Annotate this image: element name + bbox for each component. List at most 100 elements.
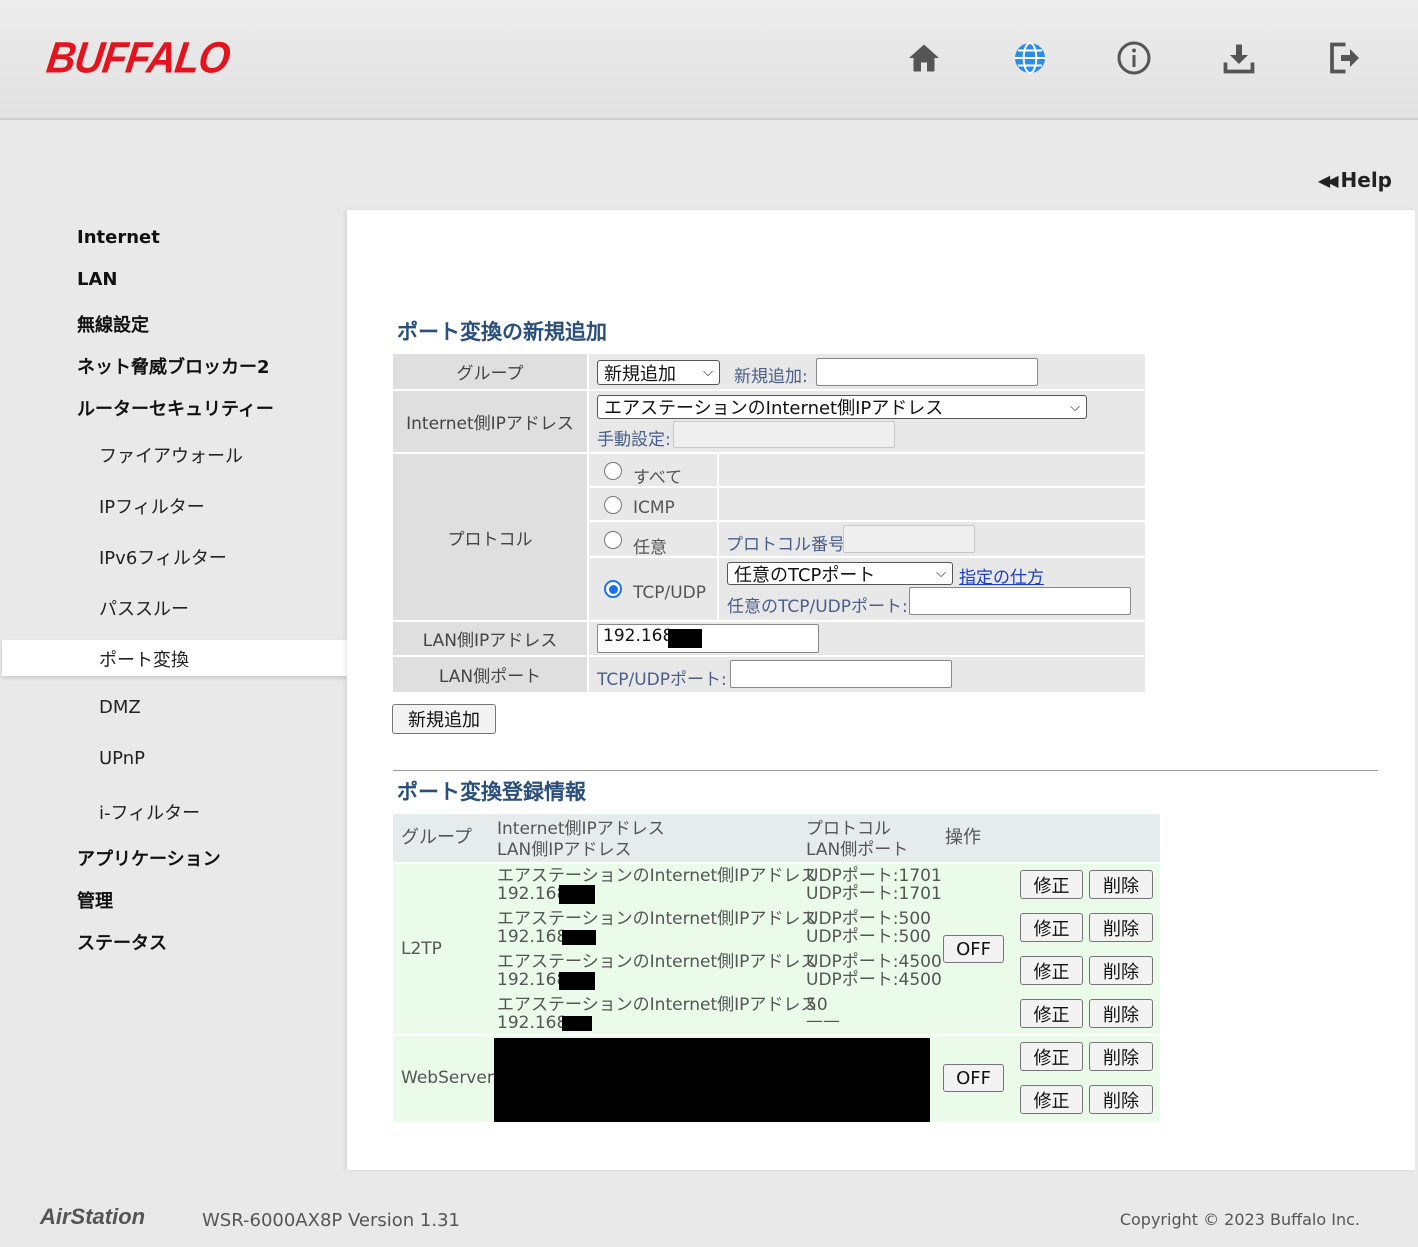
row1-proto: UDPポート:1701 <box>806 866 942 886</box>
download-icon[interactable] <box>1219 38 1259 78</box>
registered-section-title: ポート変換登録情報 <box>397 780 586 804</box>
edit-button[interactable]: 修正 <box>1020 870 1083 899</box>
internet-ip-select[interactable]: エアステーションのInternet側IPアドレス ⌵ <box>597 395 1087 419</box>
sidebar-item-lan[interactable]: LAN <box>77 269 117 290</box>
radio-icmp[interactable] <box>604 496 622 514</box>
sidebar-item-status[interactable]: ステータス <box>77 929 167 955</box>
sidebar-sub-ip-filter[interactable]: IPフィルター <box>99 493 205 519</box>
header-group: グループ <box>401 827 472 848</box>
manual-setting-label: 手動設定: <box>597 430 671 450</box>
chevron-down-icon: ⌵ <box>936 566 946 581</box>
redaction-box <box>559 885 595 904</box>
header-proto-1: プロトコル <box>806 819 891 839</box>
row2-proto: UDPポート:500 <box>806 909 931 929</box>
delete-button[interactable]: 削除 <box>1089 1085 1153 1114</box>
sidebar-item-router-security[interactable]: ルーターセキュリティー <box>77 395 274 421</box>
row2-port: UDPポート:500 <box>806 927 931 947</box>
howto-link[interactable]: 指定の仕方 <box>959 563 1044 588</box>
sidebar-item-threat-blocker[interactable]: ネット脅威ブロッカー2 <box>77 353 270 379</box>
delete-button[interactable]: 削除 <box>1089 1042 1153 1071</box>
sidebar-item-internet[interactable]: Internet <box>77 227 160 248</box>
sidebar-sub-upnp[interactable]: UPnP <box>99 748 145 769</box>
sidebar-sub-ipv6-filter[interactable]: IPv6フィルター <box>99 544 227 570</box>
edit-button[interactable]: 修正 <box>1020 956 1083 985</box>
sidebar-sub-firewall[interactable]: ファイアウォール <box>99 442 243 468</box>
delete-button[interactable]: 削除 <box>1089 913 1153 942</box>
sidebar-sub-i-filter[interactable]: i-フィルター <box>99 799 200 825</box>
any-port-label: 任意のTCP/UDPポート: <box>727 597 908 617</box>
manual-ip-input[interactable] <box>673 421 895 448</box>
home-icon[interactable] <box>904 38 944 78</box>
help-label: Help <box>1340 168 1392 192</box>
row1-wan: エアステーションのInternet側IPアドレス <box>497 866 818 886</box>
webserver-group-name: WebServer <box>401 1068 494 1088</box>
sidebar-sub-dmz[interactable]: DMZ <box>99 697 141 718</box>
redaction-box <box>562 1016 592 1031</box>
edit-button[interactable]: 修正 <box>1020 1042 1083 1071</box>
radio-tcpudp-label: TCP/UDP <box>633 583 707 603</box>
radio-any[interactable] <box>604 531 622 549</box>
edit-button[interactable]: 修正 <box>1020 913 1083 942</box>
header-action: 操作 <box>945 827 981 848</box>
globe-icon[interactable] <box>1010 38 1050 78</box>
group-label: グループ <box>393 354 587 389</box>
copyright: Copyright © 2023 Buffalo Inc. <box>1119 1210 1360 1229</box>
lan-port-label: LAN側ポート <box>393 657 587 692</box>
chevron-down-icon: ⌵ <box>703 365 713 380</box>
row4-port: —— <box>806 1011 840 1031</box>
lan-ip-input[interactable]: 192.168. <box>597 624 819 653</box>
header-proto-2: LAN側ポート <box>806 840 909 860</box>
sidebar-sub-port-forwarding[interactable]: ポート変換 <box>99 646 189 672</box>
row1-port: UDPポート:1701 <box>806 884 942 904</box>
lan-port-input[interactable] <box>730 660 952 688</box>
l2tp-off-toggle[interactable]: OFF <box>943 935 1004 963</box>
header-ip-1: Internet側IPアドレス <box>497 819 665 839</box>
chevron-down-icon: ⌵ <box>1070 399 1080 415</box>
new-group-label: 新規追加: <box>734 367 808 387</box>
redaction-box <box>494 1038 930 1122</box>
delete-button[interactable]: 削除 <box>1089 999 1153 1028</box>
edit-button[interactable]: 修正 <box>1020 999 1083 1028</box>
l2tp-group-name: L2TP <box>401 939 442 959</box>
section-divider <box>393 770 1378 771</box>
sidebar-item-wireless[interactable]: 無線設定 <box>77 311 149 337</box>
buffalo-logo[interactable]: BUFFALO <box>44 34 233 84</box>
radio-all[interactable] <box>604 462 622 480</box>
lan-port-port-label: TCP/UDPポート: <box>597 670 727 690</box>
redaction-box <box>668 629 702 648</box>
redaction-box <box>562 930 596 945</box>
back-arrows-icon: ◀◀ <box>1317 170 1339 190</box>
any-port-input[interactable] <box>909 587 1131 615</box>
header-ip-2: LAN側IPアドレス <box>497 840 632 860</box>
logout-icon[interactable] <box>1324 38 1364 78</box>
group-select[interactable]: 新規追加 ⌵ <box>597 360 720 385</box>
model-version: WSR-6000AX8P Version 1.31 <box>202 1210 460 1231</box>
row3-proto: UDPポート:4500 <box>806 952 942 972</box>
new-group-input[interactable] <box>816 358 1038 386</box>
internet-ip-label: Internet側IPアドレス <box>393 391 587 452</box>
info-icon[interactable] <box>1114 38 1154 78</box>
row3-wan: エアステーションのInternet側IPアドレス <box>497 952 818 972</box>
redaction-box <box>559 972 595 990</box>
webserver-off-toggle[interactable]: OFF <box>943 1064 1004 1092</box>
airstation-logo: AirStation <box>40 1204 146 1229</box>
tcp-port-select[interactable]: 任意のTCPポート ⌵ <box>727 562 953 586</box>
add-button[interactable]: 新規追加 <box>392 704 496 734</box>
row2-wan: エアステーションのInternet側IPアドレス <box>497 909 818 929</box>
protocol-number-input[interactable] <box>843 525 975 553</box>
radio-icmp-label: ICMP <box>633 498 675 518</box>
delete-button[interactable]: 削除 <box>1089 956 1153 985</box>
protocol-label: プロトコル <box>393 454 587 620</box>
help-link[interactable]: ◀◀ Help <box>1318 168 1392 192</box>
sidebar-sub-passthrough[interactable]: パススルー <box>99 595 189 621</box>
row3-port: UDPポート:4500 <box>806 970 942 990</box>
edit-button[interactable]: 修正 <box>1020 1085 1083 1114</box>
radio-all-label: すべて <box>633 468 683 488</box>
sidebar-item-management[interactable]: 管理 <box>77 887 113 913</box>
delete-button[interactable]: 削除 <box>1089 870 1153 899</box>
row4-wan: エアステーションのInternet側IPアドレス <box>497 995 818 1015</box>
radio-any-label: 任意 <box>633 538 667 558</box>
sidebar-item-applications[interactable]: アプリケーション <box>77 845 221 871</box>
radio-tcpudp[interactable] <box>604 580 622 598</box>
proto-all-extra-cell <box>719 454 1145 486</box>
